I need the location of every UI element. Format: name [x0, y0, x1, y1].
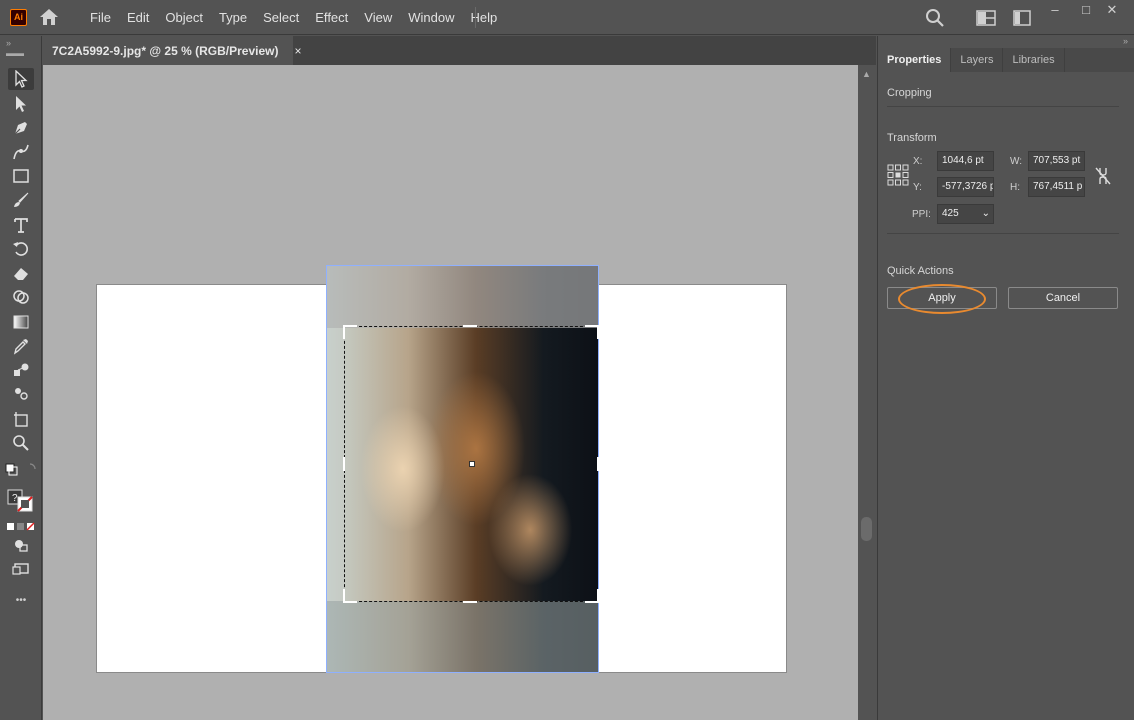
ppi-label: PPI: — [912, 209, 931, 220]
crop-handle-bottom[interactable] — [463, 601, 477, 603]
ppi-value: 425 — [942, 208, 959, 219]
constrain-proportions-icon[interactable] — [1094, 166, 1112, 191]
search-icon[interactable] — [925, 8, 945, 33]
selection-tool-icon[interactable] — [8, 68, 34, 90]
workspace-switcher-icon[interactable] — [1013, 10, 1031, 31]
minimize-icon[interactable]: – — [1047, 2, 1063, 18]
y-field[interactable]: -577,3726 p — [937, 177, 994, 197]
menu-type[interactable]: Type — [211, 0, 255, 35]
menu-view[interactable]: View — [356, 0, 400, 35]
x-field[interactable]: 1044,6 pt — [937, 151, 994, 171]
fill-stroke-swap-icon[interactable] — [4, 458, 38, 480]
close-tab-icon[interactable]: × — [294, 44, 301, 58]
w-field[interactable]: 707,553 pt — [1028, 151, 1085, 171]
tools-panel: » ▬▬ ? ••• — [0, 36, 42, 720]
eraser-tool-icon[interactable] — [8, 262, 34, 284]
curvature-tool-icon[interactable] — [8, 141, 34, 163]
fill-stroke-color-icon[interactable]: ? — [6, 488, 36, 514]
maximize-icon[interactable]: □ — [1078, 2, 1094, 18]
crop-handle-right[interactable] — [597, 457, 599, 471]
document-tab-bar: 7C2A5992-9.jpg* @ 25 % (RGB/Preview) × — [43, 36, 876, 65]
rotate-tool-icon[interactable] — [8, 238, 34, 260]
section-divider — [887, 106, 1119, 107]
menu-items: File Edit Object Type Select Effect View… — [82, 0, 505, 35]
h-field[interactable]: 767,4511 p — [1028, 177, 1085, 197]
cropped-area-bottom — [327, 601, 598, 672]
properties-panel: » Properties Layers Libraries Cropping T… — [877, 36, 1134, 720]
toolbar-grip[interactable]: » ▬▬ — [6, 38, 30, 58]
direct-selection-tool-icon[interactable] — [8, 93, 34, 115]
crop-handle-bottom-left[interactable] — [343, 589, 357, 603]
menu-divider — [475, 7, 476, 28]
section-divider — [887, 233, 1119, 234]
svg-text:?: ? — [12, 493, 18, 504]
pen-tool-icon[interactable] — [8, 117, 34, 139]
x-label: X: — [913, 156, 923, 167]
menu-bar: Ai File Edit Object Type Select Effect V… — [0, 0, 1134, 35]
rectangle-tool-icon[interactable] — [8, 165, 34, 187]
quick-actions-section-title: Quick Actions — [887, 265, 954, 277]
document-tab[interactable]: 7C2A5992-9.jpg* @ 25 % (RGB/Preview) × — [43, 36, 301, 65]
canvas[interactable] — [43, 65, 858, 720]
reference-point-icon[interactable] — [887, 164, 909, 186]
menu-window[interactable]: Window — [400, 0, 462, 35]
tab-layers[interactable]: Layers — [951, 48, 1004, 72]
menu-select[interactable]: Select — [255, 0, 307, 35]
crop-box[interactable] — [343, 325, 599, 603]
cropping-section-title: Cropping — [887, 87, 932, 99]
draw-mode-icon[interactable] — [8, 534, 34, 556]
menu-edit[interactable]: Edit — [119, 0, 157, 35]
crop-handle-top-right[interactable] — [585, 325, 599, 339]
ppi-field[interactable]: 425 ⌄ — [937, 204, 994, 224]
apply-highlight-ring — [898, 284, 986, 314]
zoom-tool-icon[interactable] — [8, 432, 34, 454]
panel-tabs: Properties Layers Libraries — [878, 48, 1065, 72]
crop-handle-top[interactable] — [463, 325, 477, 327]
tab-properties[interactable]: Properties — [878, 48, 952, 72]
shape-builder-tool-icon[interactable] — [8, 286, 34, 308]
cancel-button[interactable]: Cancel — [1008, 287, 1118, 309]
home-icon[interactable] — [39, 8, 59, 26]
h-label: H: — [1010, 182, 1020, 193]
menu-object[interactable]: Object — [157, 0, 211, 35]
vertical-scrollbar[interactable]: ▲ — [858, 65, 876, 720]
menu-file[interactable]: File — [82, 0, 119, 35]
crop-handle-left[interactable] — [343, 457, 345, 471]
crop-center-point[interactable] — [469, 461, 475, 467]
menu-effect[interactable]: Effect — [307, 0, 356, 35]
transform-section-title: Transform — [887, 132, 937, 144]
chevron-down-icon[interactable]: ⌄ — [982, 205, 990, 223]
more-tools-icon[interactable]: ••• — [8, 589, 34, 611]
w-label: W: — [1010, 156, 1023, 167]
scroll-thumb[interactable] — [861, 517, 872, 541]
type-tool-icon[interactable] — [8, 214, 34, 236]
menu-help[interactable]: Help — [462, 0, 505, 35]
close-window-icon[interactable]: ✕ — [1104, 2, 1120, 18]
screen-mode-icon[interactable] — [8, 558, 34, 580]
eyedropper-tool-icon[interactable] — [8, 335, 34, 357]
crop-handle-top-left[interactable] — [343, 325, 357, 339]
crop-handle-bottom-right[interactable] — [585, 589, 599, 603]
illustrator-logo: Ai — [10, 9, 27, 26]
artboard-tool-icon[interactable] — [8, 408, 34, 430]
y-label: Y: — [913, 182, 922, 193]
gradient-tool-icon[interactable] — [8, 311, 34, 333]
scroll-up-icon[interactable]: ▲ — [862, 69, 871, 79]
blend-tool-icon[interactable] — [8, 359, 34, 381]
collapse-panel-icon[interactable]: » — [1123, 36, 1128, 46]
symbol-sprayer-tool-icon[interactable] — [8, 383, 34, 405]
tab-libraries[interactable]: Libraries — [1003, 48, 1065, 72]
arrange-documents-icon[interactable] — [976, 10, 996, 31]
cropped-area-top — [327, 266, 598, 328]
paintbrush-tool-icon[interactable] — [8, 189, 34, 211]
document-tab-title: 7C2A5992-9.jpg* @ 25 % (RGB/Preview) — [52, 43, 279, 58]
